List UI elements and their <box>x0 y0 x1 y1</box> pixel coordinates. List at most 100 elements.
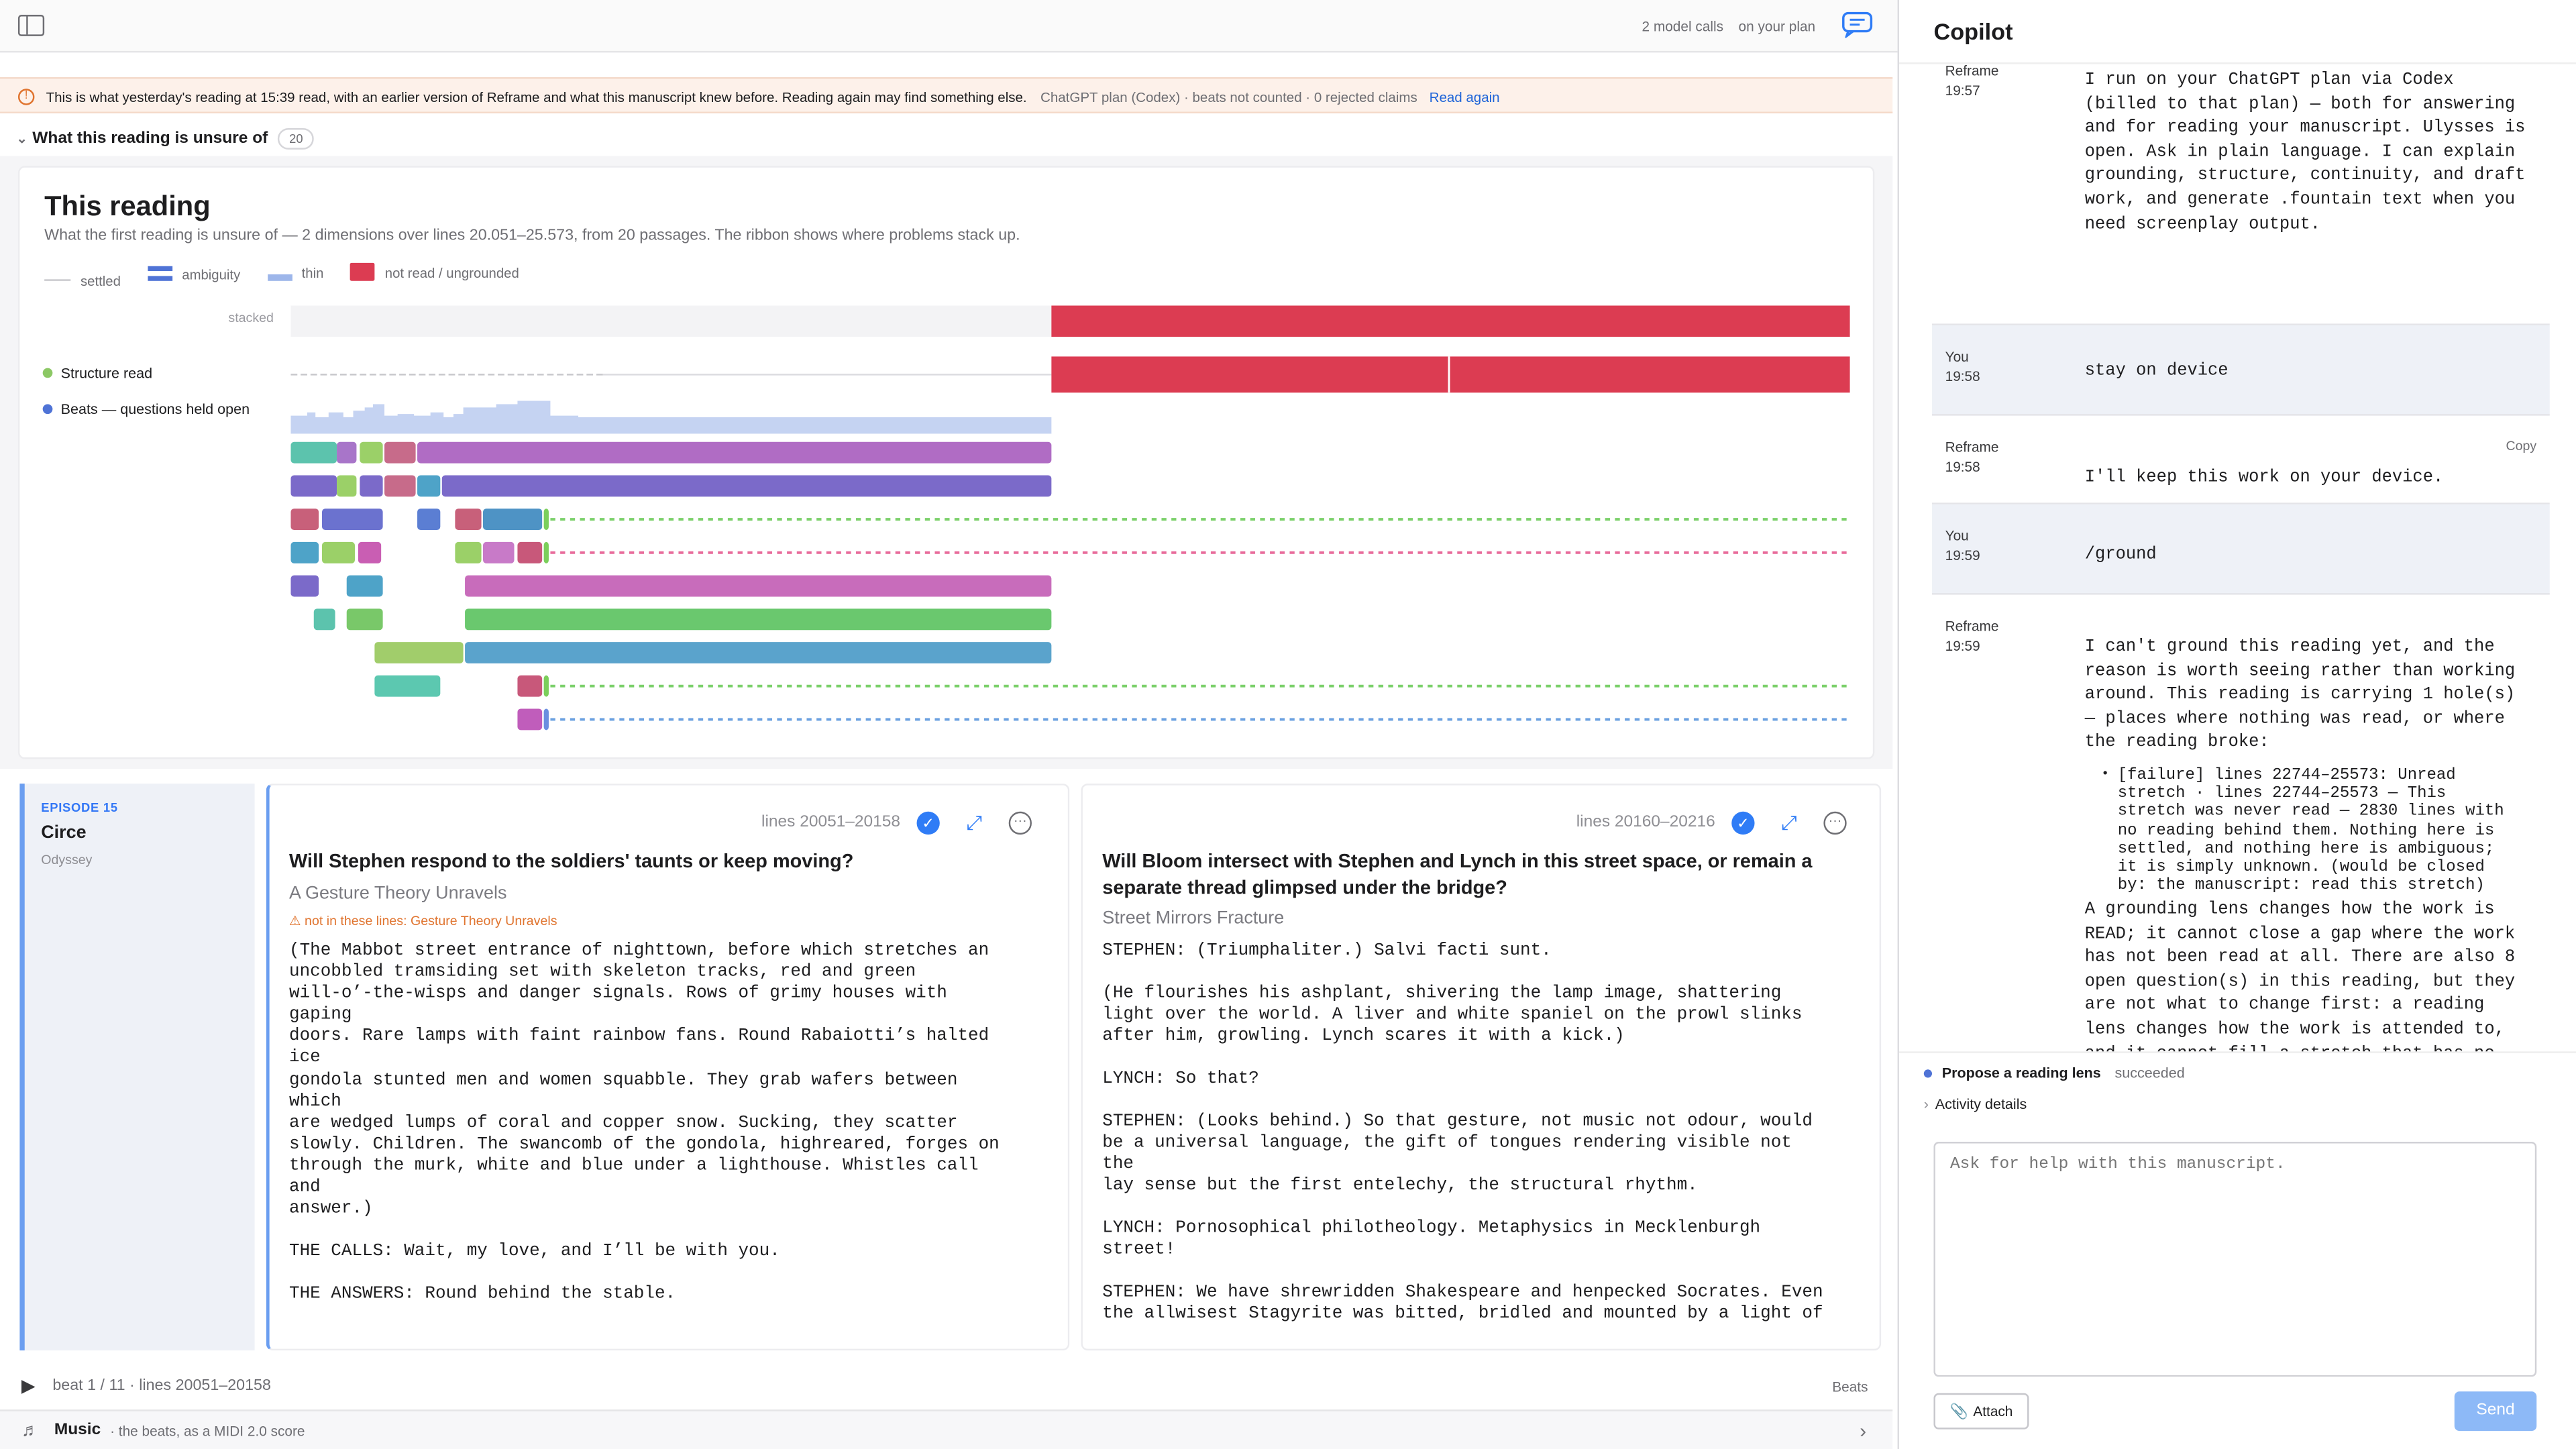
beat-ribbon-bar <box>322 541 355 564</box>
activity-details-label: Activity details <box>1935 1095 2027 1112</box>
screenplay-text: (The Mabbot street entrance of nighttown… <box>289 941 1000 1220</box>
beat-ribbon-bar <box>543 541 549 564</box>
activity-details-toggle[interactable]: › Activity details <box>1924 1093 2027 1116</box>
chat-message: Reframe 19:57 I run on your ChatGPT plan … <box>1932 64 2550 325</box>
thin-histogram <box>290 400 1052 434</box>
message-text: I can't ground this reading yet, and the… <box>2084 637 2516 753</box>
screenplay-text: THE CALLS: Wait, my love, and I’ll be wi… <box>289 1242 780 1262</box>
expand-icon[interactable]: ⤢ <box>963 812 985 835</box>
expand-icon[interactable]: ⤢ <box>1778 812 1801 835</box>
chevron-down-icon: ⌄ <box>16 131 28 146</box>
beat-ribbon-bar <box>346 575 383 597</box>
screenplay-text: (He flourishes his ashplant, shivering t… <box>1102 983 1803 1047</box>
beat-ribbon-bar <box>517 675 543 697</box>
beat-card[interactable]: lines 20051–20158 ✓ ⤢ ··· Will Stephen r… <box>266 784 1070 1351</box>
music-note-icon: ♬ <box>21 1421 40 1441</box>
message-author: You 19:58 <box>1945 348 1980 385</box>
copilot-title: Copilot <box>1933 17 2013 45</box>
beat-ribbon-bar <box>465 608 1052 631</box>
message-author: You 19:59 <box>1945 527 1980 564</box>
beat-ribbon-bar <box>290 475 337 497</box>
read-again-link[interactable]: Read again <box>1430 89 1500 105</box>
beat-ribbon-bar <box>360 441 383 464</box>
banner-meta: ChatGPT plan (Codex) · beats not counted… <box>1040 89 1417 105</box>
chevron-right-icon[interactable]: › <box>1860 1411 1866 1449</box>
message-text: /ground <box>2084 545 2157 566</box>
beat-ribbon-bar <box>358 541 382 564</box>
music-subtitle: · the beats, as a MIDI 2.0 score <box>110 1422 305 1440</box>
play-icon[interactable]: ▶ <box>21 1370 36 1403</box>
activity-label: Propose a reading lens <box>1941 1064 2101 1081</box>
copilot-panel: Copilot Reframe 19:57 I run on your ChatG… <box>1899 0 2576 1449</box>
info-icon: ! <box>17 89 35 105</box>
message-input-container[interactable] <box>1933 1142 2537 1377</box>
check-icon[interactable]: ✓ <box>1731 811 1755 835</box>
stale-reading-banner: ! This is what yesterday's reading at 15… <box>0 77 1893 113</box>
message-text: I run on your ChatGPT plan via Codex (bi… <box>2084 70 2526 235</box>
beat-ribbon-bar <box>483 541 515 564</box>
paperclip-icon: 📎 <box>1949 1403 1969 1419</box>
message-author: Reframe 19:57 <box>1945 64 1999 99</box>
screenplay-text: STEPHEN: We have shrewridden Shakespeare… <box>1102 1283 1823 1325</box>
beat-ribbon-bar <box>543 708 549 731</box>
chat-bubble-icon[interactable] <box>1841 11 1874 38</box>
episode-column[interactable]: EPISODE 15 Circe Odyssey <box>19 784 255 1351</box>
beat-ribbon-bar <box>465 575 1052 597</box>
message-author: Reframe 19:59 <box>1945 617 1999 654</box>
chat-message: Reframe 19:59 I can't ground this reading… <box>1932 595 2550 1052</box>
beat-lines-range: lines 20051–20158 <box>761 813 901 832</box>
beat-ribbon-bar <box>290 541 319 564</box>
unsure-count-badge: 20 <box>278 128 315 150</box>
beat-ribbon-bar <box>313 608 335 631</box>
beat-ribbon-bar <box>337 475 357 497</box>
beat-warning: ⚠ not in these lines: Gesture Theory Unr… <box>289 913 557 928</box>
check-icon[interactable]: ✓ <box>916 811 940 835</box>
chat-message: Reframe 19:58 I'll keep this work on your… <box>1932 416 2550 504</box>
beat-ribbon-bar <box>465 642 1052 663</box>
attach-button[interactable]: 📎 Attach <box>1933 1393 2029 1430</box>
beat-ribbon-bar <box>517 708 543 731</box>
screenplay-text: STEPHEN: (Looks behind.) So that gesture… <box>1102 1112 1813 1197</box>
beat-ribbon-bar <box>417 508 441 531</box>
beat-status: beat 1 / 11 · lines 20051–20158 <box>52 1377 271 1395</box>
sidebar-toggle-icon[interactable] <box>17 15 45 36</box>
message-text: stay on device <box>2084 361 2229 382</box>
beat-question: Will Bloom intersect with Stephen and Ly… <box>1102 849 1813 898</box>
message-text: A grounding lens changes how the work is… <box>2084 900 2516 1051</box>
beat-ribbon-bar <box>360 475 383 497</box>
screenplay-text: THE ANSWERS: Round behind the stable. <box>289 1285 676 1305</box>
chat-transcript[interactable]: Reframe 19:57 I run on your ChatGPT plan … <box>1932 64 2550 1052</box>
beat-ribbon-bar <box>417 441 1052 464</box>
beat-card[interactable]: lines 20160–20216 ✓ ⤢ ··· Will Bloom int… <box>1081 784 1882 1351</box>
beats-label[interactable]: Beats <box>1832 1370 1868 1403</box>
activity-status: succeeded <box>2114 1064 2185 1081</box>
warning-icon: ⚠ <box>289 913 305 928</box>
beat-ribbon-bar <box>517 541 543 564</box>
model-calls-count: 2 model calls <box>1642 17 1724 35</box>
screenplay-text: STEPHEN: (Triumphaliter.) Salvi facti su… <box>1102 941 1552 961</box>
episode-number: EPISODE 15 <box>41 800 118 815</box>
episode-name: Circe <box>41 822 87 843</box>
music-row[interactable]: ♬ Music · the beats, as a MIDI 2.0 score… <box>0 1409 1893 1449</box>
beat-ribbon-bar <box>290 508 319 531</box>
send-button[interactable]: Send <box>2454 1391 2537 1432</box>
chevron-right-icon: › <box>1923 1095 1929 1112</box>
plan-label: on your plan <box>1738 17 1816 35</box>
more-options-icon[interactable]: ··· <box>1823 811 1847 835</box>
copy-button[interactable]: Copy <box>2506 439 2536 453</box>
structure-ungrounded-bar <box>1051 356 1850 393</box>
beat-ribbon-bar <box>543 675 549 697</box>
episode-book: Odyssey <box>41 853 93 868</box>
beat-playback-row: ▶ beat 1 / 11 · lines 20051–20158 Beats <box>0 1370 1892 1403</box>
message-text: I'll keep this work on your device. <box>2084 468 2444 488</box>
beat-ribbon-bar <box>374 642 464 663</box>
message-input[interactable] <box>1935 1143 2535 1375</box>
beat-question: Will Stephen respond to the soldiers' ta… <box>289 849 854 873</box>
more-options-icon[interactable]: ··· <box>1008 811 1032 835</box>
beat-ribbon-bar <box>384 441 416 464</box>
chat-message-user: You 19:58 stay on device <box>1932 325 2550 416</box>
beat-ribbon-bar <box>374 675 441 697</box>
beat-ribbon-bar <box>337 441 357 464</box>
unsure-section-toggle[interactable]: ⌄ What this reading is unsure of 20 <box>16 128 315 151</box>
beat-ribbon-bar <box>417 475 441 497</box>
